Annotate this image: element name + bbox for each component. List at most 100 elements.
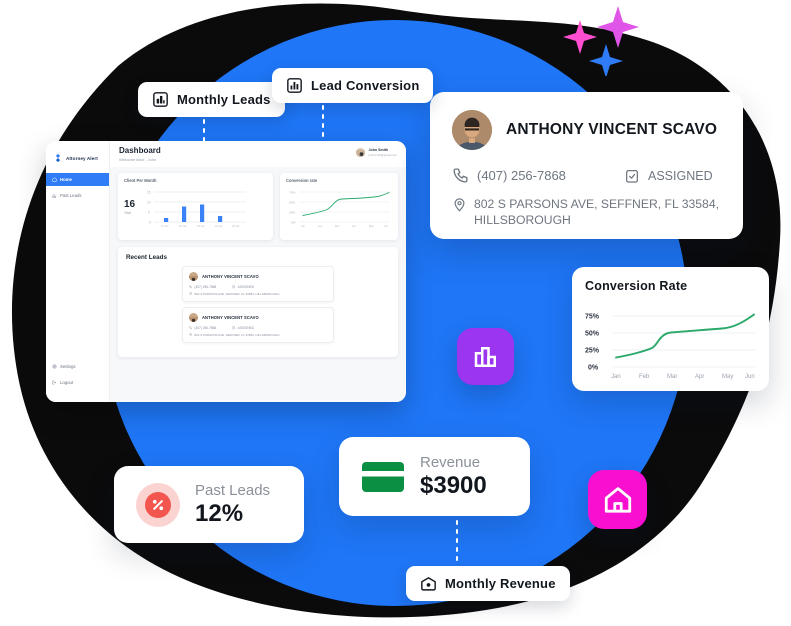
pill-monthly-revenue[interactable]: Monthly Revenue [406, 566, 570, 601]
sparkle-decoration [556, 0, 652, 78]
gear-icon [52, 364, 57, 369]
credit-card-icon [362, 461, 404, 492]
sidebar-item-past-leads-label: Past Leads [60, 193, 82, 198]
bar-chart-icon [474, 346, 496, 367]
lead-name: ANTHONY VINCENT SCAVO [202, 273, 259, 279]
lead-address-text: 802 S PARSONS AVE, SEFFNER, FL 33584, HI… [194, 291, 280, 296]
past-leads-stat-card: Past Leads 12% [114, 466, 304, 543]
clients-total-value: 16 [124, 199, 136, 211]
clipboard-check-icon [626, 169, 638, 183]
clients-card-title: Client Per Month [124, 177, 157, 183]
pill-monthly-leads-label: Monthly Leads [177, 92, 271, 107]
lead-status-text: ASSIGNED [237, 284, 255, 289]
dashboard-content: Client Per Month 16 Total 15 10 5 0 01 J… [110, 167, 406, 363]
bar-chart-icon [287, 78, 302, 93]
svg-text:Feb: Feb [318, 225, 323, 228]
clients-bar-chart: 15 10 5 0 01 Jan 02 Jan 03 Jan 04 Jan 05… [147, 190, 247, 228]
pill-lead-conversion[interactable]: Lead Conversion [272, 68, 434, 103]
svg-text:04 Jan: 04 Jan [215, 225, 223, 228]
phone-icon [189, 285, 193, 289]
list-item[interactable]: ANTHONY VINCENT SCAVO (407) 256-7868 ASS… [182, 306, 334, 343]
svg-text:Feb: Feb [639, 374, 650, 380]
pill-monthly-revenue-label: Monthly Revenue [445, 576, 556, 591]
svg-text:0%: 0% [291, 220, 296, 224]
bar-chart-icon [52, 193, 57, 198]
svg-text:50%: 50% [585, 331, 600, 338]
user-menu[interactable]: John Smith johnsmith@gmail.com [354, 147, 397, 158]
list-item[interactable]: ANTHONY VINCENT SCAVO (407) 256-7868 ASS… [182, 265, 334, 302]
pill-lead-conversion-label: Lead Conversion [311, 78, 420, 93]
dashboard-window: Attorney Alert Home Past Leads Settings … [46, 141, 406, 402]
home-icon [604, 486, 631, 513]
lead-address: 802 S PARSONS AVE, SEFFNER, FL 33584, HI… [189, 292, 327, 296]
avatar [189, 271, 198, 281]
sidebar-item-past-leads[interactable]: Past Leads [46, 189, 109, 202]
sidebar-bottom: Settings Logout [46, 360, 109, 402]
revenue-label: Revenue [420, 453, 481, 471]
brand-logo: Attorney Alert [46, 150, 109, 173]
svg-text:50%: 50% [289, 200, 295, 204]
svg-text:May: May [722, 374, 733, 380]
svg-text:May: May [369, 225, 374, 228]
svg-text:5: 5 [148, 210, 150, 214]
bar-chart-icon [153, 92, 168, 107]
chart-icon-tile[interactable] [457, 328, 514, 385]
recent-leads-card: Recent Leads ANTHONY VINCENT SCAVO (407)… [118, 246, 398, 357]
dashboard-header: Dashboard Welcome back , John John Smith… [110, 141, 406, 167]
contact-status-badge: ASSIGNED [624, 168, 713, 184]
page-title: Dashboard [119, 146, 161, 155]
home-icon-tile[interactable] [588, 470, 647, 529]
contact-card: ANTHONY VINCENT SCAVO (407) 256-7868 ASS… [430, 92, 743, 239]
past-leads-label: Past Leads [195, 481, 271, 499]
pill-monthly-leads[interactable]: Monthly Leads [138, 82, 285, 117]
sidebar-item-logout[interactable]: Logout [46, 376, 109, 389]
lead-address: 802 S PARSONS AVE, SEFFNER, FL 33584, HI… [189, 333, 327, 337]
conversion-rate-card: Conversion Rate 75% 50% 25% 0% Jan Feb M… [572, 267, 769, 391]
contact-address: 802 S PARSONS AVE, SEFFNER, FL 33584, HI… [452, 196, 721, 228]
svg-text:75%: 75% [585, 314, 600, 321]
welcome-subtitle: Welcome back , John [119, 156, 157, 162]
svg-text:Jan: Jan [301, 225, 306, 228]
sidebar-item-home[interactable]: Home [46, 173, 109, 186]
percent-icon [145, 491, 171, 518]
svg-text:Mar: Mar [335, 225, 339, 228]
lead-phone: (407) 256-7868 [189, 285, 216, 289]
svg-text:03 Jan: 03 Jan [197, 225, 205, 228]
clipboard-check-icon [232, 285, 236, 289]
conversion-rate-title: Conversion Rate [585, 279, 688, 293]
avatar [189, 312, 198, 322]
conversion-line-chart-mini: 75% 50% 25% 0% Jan Feb Mar Apr May Jun [289, 190, 390, 228]
svg-text:Apr: Apr [695, 374, 704, 380]
svg-text:Jan: Jan [611, 374, 621, 380]
svg-text:15: 15 [147, 190, 151, 194]
status-badge: ASSIGNED [232, 326, 254, 330]
contact-phone: (407) 256-7868 [452, 167, 624, 184]
attorney-alert-logo-icon [55, 153, 61, 163]
money-icon [421, 577, 436, 591]
svg-text:25%: 25% [289, 210, 295, 214]
conversion-rate-card-mini: Conversion rate 75% 50% 25% 0% Jan Feb M… [280, 172, 398, 240]
status-badge: ASSIGNED [232, 285, 254, 289]
credit-card-icon-wrap [361, 455, 405, 499]
lead-address-text: 802 S PARSONS AVE, SEFFNER, FL 33584, HI… [194, 332, 280, 337]
svg-text:0%: 0% [588, 365, 599, 372]
dashboard-sidebar: Attorney Alert Home Past Leads Settings … [46, 141, 110, 402]
contact-name: ANTHONY VINCENT SCAVO [506, 121, 718, 138]
svg-text:02 Jan: 02 Jan [179, 225, 187, 228]
lead-status-text: ASSIGNED [237, 325, 255, 330]
svg-text:05 Jan: 05 Jan [232, 225, 240, 228]
svg-text:Mar: Mar [667, 374, 677, 380]
lead-phone: (407) 256-7868 [189, 326, 216, 330]
recent-leads-title: Recent Leads [126, 253, 167, 261]
dashboard-main: Dashboard Welcome back , John John Smith… [110, 141, 406, 402]
clients-per-month-card: Client Per Month 16 Total 15 10 5 0 01 J… [118, 172, 273, 240]
sidebar-item-settings[interactable]: Settings [46, 360, 109, 373]
sidebar-item-settings-label: Settings [60, 364, 76, 369]
avatar [354, 147, 366, 158]
location-pin-icon [189, 292, 192, 296]
revenue-value: $3900 [420, 471, 487, 499]
clients-total-label: Total [124, 211, 131, 216]
connector-monthly-leads [203, 110, 205, 148]
illustration-canvas: Attorney Alert Home Past Leads Settings … [0, 0, 791, 626]
brand-name: Attorney Alert [66, 155, 98, 161]
